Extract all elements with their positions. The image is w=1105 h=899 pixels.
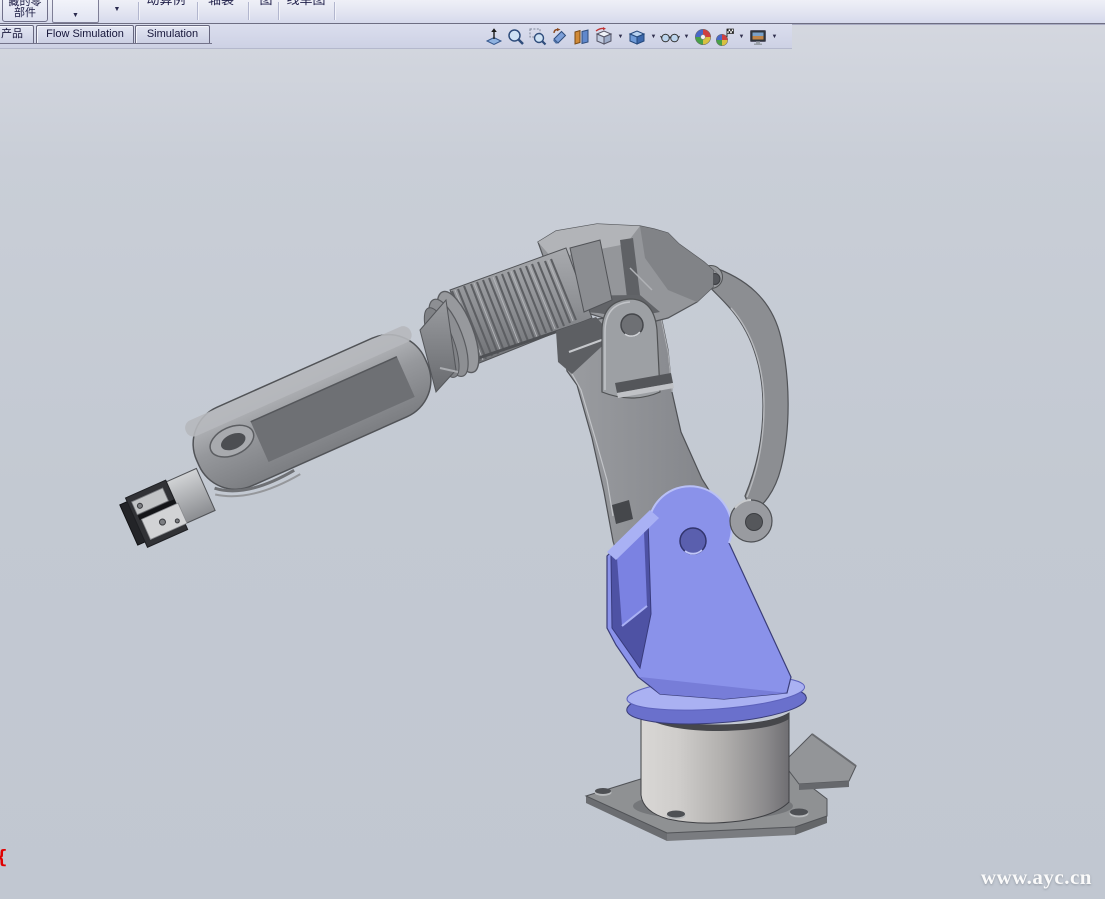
- heads-up-view-toolbar: ▼ ▼ ▼: [484, 26, 781, 47]
- tab-product[interactable]: 产品: [0, 25, 34, 44]
- toolbar-button-2[interactable]: 轴装: [201, 0, 241, 12]
- dropdown-arrow[interactable]: ▼: [770, 34, 779, 40]
- base-cylinder[interactable]: [641, 709, 789, 823]
- toolbar-button-4[interactable]: 线单图: [281, 0, 331, 12]
- watermark: www.ayc.cn: [981, 865, 1092, 890]
- edit-appearance-icon[interactable]: [693, 27, 713, 47]
- commandmanager-tab-bar: 产品 Flow Simulation Simulation: [0, 24, 792, 49]
- chevron-down-icon: ▼: [53, 12, 98, 19]
- tab-flow-simulation[interactable]: Flow Simulation: [36, 25, 134, 44]
- hide-show-items-icon[interactable]: [660, 27, 680, 47]
- viewport-3d[interactable]: { www.ayc.cn: [0, 0, 1105, 899]
- rear-linkage[interactable]: [700, 266, 789, 514]
- view-orientation-icon[interactable]: [594, 27, 614, 47]
- normal-to-icon[interactable]: [484, 27, 504, 47]
- view-settings-icon[interactable]: [748, 27, 768, 47]
- toolbar-separator: [334, 2, 336, 20]
- toolbar-button-3[interactable]: 图: [251, 0, 281, 12]
- toolbar-separator: [278, 2, 280, 20]
- toolbar-dropdown-1[interactable]: ▼: [52, 0, 99, 23]
- solidworks-window: { www.ayc.cn 藏的零 部件 ▼ ▼ 动算例 轴装 图 线单图 产品 …: [0, 0, 1105, 899]
- toolbar-separator: [248, 2, 250, 20]
- zoom-to-area-icon[interactable]: [528, 27, 548, 47]
- toolbar-separator: [197, 2, 199, 20]
- bracket-pivot-hole: [680, 528, 706, 554]
- bellows-tube[interactable]: [414, 248, 592, 392]
- top-toolbar: 藏的零 部件 ▼ ▼ 动算例 轴装 图 线单图: [0, 0, 1105, 24]
- linkage-bottom-pivot[interactable]: [730, 500, 772, 542]
- robot-arm-model: [0, 0, 1105, 899]
- previous-view-icon[interactable]: [550, 27, 570, 47]
- chevron-down-icon: ▼: [114, 6, 121, 13]
- dropdown-arrow[interactable]: ▼: [649, 34, 658, 40]
- red-annotation-fragment: {: [0, 846, 7, 868]
- dropdown-arrow[interactable]: ▼: [682, 34, 691, 40]
- dropdown-arrow[interactable]: ▼: [737, 34, 746, 40]
- display-style-icon[interactable]: [627, 27, 647, 47]
- toolbar-dropdown-2[interactable]: ▼: [104, 6, 130, 13]
- section-view-icon[interactable]: [572, 27, 592, 47]
- tab-underline: [0, 43, 212, 44]
- component-button[interactable]: 藏的零 部件: [2, 0, 48, 22]
- toolbar-button-motion-study[interactable]: 动算例: [142, 0, 190, 12]
- tab-simulation[interactable]: Simulation: [135, 25, 210, 44]
- apply-scene-icon[interactable]: [715, 27, 735, 47]
- forearm-link[interactable]: [180, 322, 448, 512]
- zoom-to-fit-icon[interactable]: [506, 27, 526, 47]
- dropdown-arrow[interactable]: ▼: [616, 34, 625, 40]
- component-button-line2: 部件: [3, 8, 47, 19]
- toolbar-separator: [138, 2, 140, 20]
